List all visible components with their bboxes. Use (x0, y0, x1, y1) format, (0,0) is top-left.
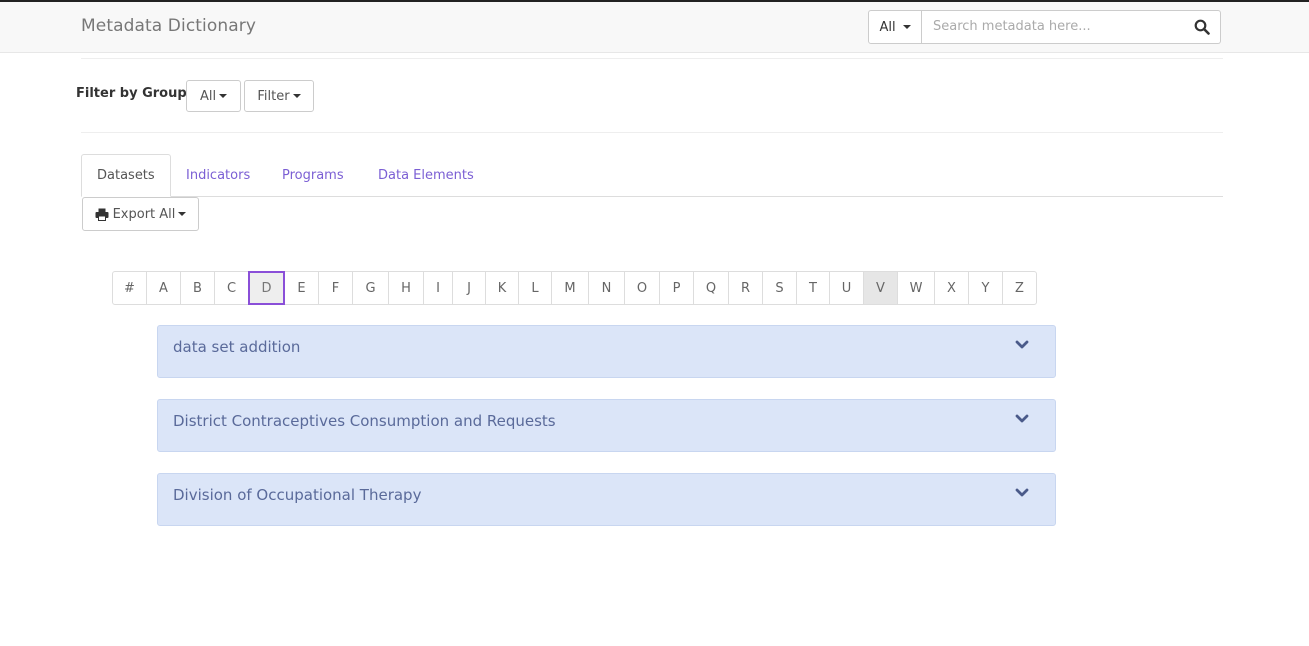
letter-hash[interactable]: # (112, 271, 147, 305)
letter-g[interactable]: G (352, 271, 389, 305)
alphabet-pagination: # A B C D E F G H I J K L M N O P Q R S T U V W X Y Z (112, 271, 1037, 305)
search-input[interactable] (922, 11, 1183, 41)
tab-datasets[interactable]: Datasets (81, 154, 171, 197)
letter-v[interactable]: V (863, 271, 898, 305)
letter-x[interactable]: X (934, 271, 969, 305)
letter-f[interactable]: F (318, 271, 353, 305)
letter-e[interactable]: E (284, 271, 319, 305)
result-panel[interactable]: data set addition (157, 325, 1056, 378)
search-scope-dropdown[interactable]: All (868, 10, 922, 44)
search-scope-label: All (879, 19, 896, 35)
export-all-button[interactable]: Export All (82, 197, 199, 231)
letter-s[interactable]: S (762, 271, 797, 305)
letter-p[interactable]: P (659, 271, 694, 305)
letter-a[interactable]: A (146, 271, 181, 305)
result-panel[interactable]: Division of Occupational Therapy (157, 473, 1056, 526)
group-all-dropdown[interactable]: All (186, 80, 241, 112)
group-filter-label: Filter (257, 88, 290, 104)
divider (81, 58, 1223, 59)
letter-n[interactable]: N (588, 271, 625, 305)
letter-m[interactable]: M (551, 271, 589, 305)
letter-d[interactable]: D (248, 271, 285, 305)
group-all-label: All (199, 88, 217, 104)
letter-i[interactable]: I (423, 271, 453, 305)
caret-down-icon (178, 212, 187, 216)
top-navbar: Metadata Dictionary All (0, 2, 1309, 53)
result-title: Division of Occupational Therapy (173, 486, 422, 504)
letter-j[interactable]: J (452, 271, 486, 305)
letter-z[interactable]: Z (1002, 271, 1037, 305)
caret-down-icon (219, 94, 228, 98)
print-icon (95, 208, 109, 221)
result-panel[interactable]: District Contraceptives Consumption and … (157, 399, 1056, 452)
letter-h[interactable]: H (388, 271, 424, 305)
group-filter-dropdown[interactable]: Filter (244, 80, 314, 112)
letter-y[interactable]: Y (968, 271, 1003, 305)
letter-o[interactable]: O (624, 271, 660, 305)
letter-u[interactable]: U (829, 271, 864, 305)
letter-r[interactable]: R (728, 271, 763, 305)
caret-down-icon (902, 25, 911, 29)
letter-w[interactable]: W (897, 271, 935, 305)
letter-c[interactable]: C (214, 271, 249, 305)
letter-t[interactable]: T (796, 271, 830, 305)
letter-q[interactable]: Q (693, 271, 729, 305)
result-title: District Contraceptives Consumption and … (173, 412, 556, 430)
letter-k[interactable]: K (485, 271, 519, 305)
chevron-down-icon[interactable] (1015, 414, 1029, 424)
tab-data-elements[interactable]: Data Elements (378, 154, 474, 196)
search-group: All (868, 10, 1221, 44)
app-brand[interactable]: Metadata Dictionary (81, 16, 256, 36)
tab-programs[interactable]: Programs (282, 154, 344, 196)
result-title: data set addition (173, 338, 301, 356)
caret-down-icon (292, 94, 301, 98)
letter-b[interactable]: B (180, 271, 215, 305)
search-icon[interactable] (1194, 19, 1210, 35)
search-field (922, 10, 1221, 44)
divider (81, 132, 1223, 133)
tab-indicators[interactable]: Indicators (186, 154, 250, 196)
filter-by-groups-label: Filter by Groups (76, 86, 195, 101)
metadata-tabs: Datasets Indicators Programs Data Elemen… (81, 154, 1223, 197)
letter-l[interactable]: L (518, 271, 552, 305)
chevron-down-icon[interactable] (1015, 488, 1029, 498)
export-all-label: Export All (112, 206, 176, 222)
chevron-down-icon[interactable] (1015, 340, 1029, 350)
